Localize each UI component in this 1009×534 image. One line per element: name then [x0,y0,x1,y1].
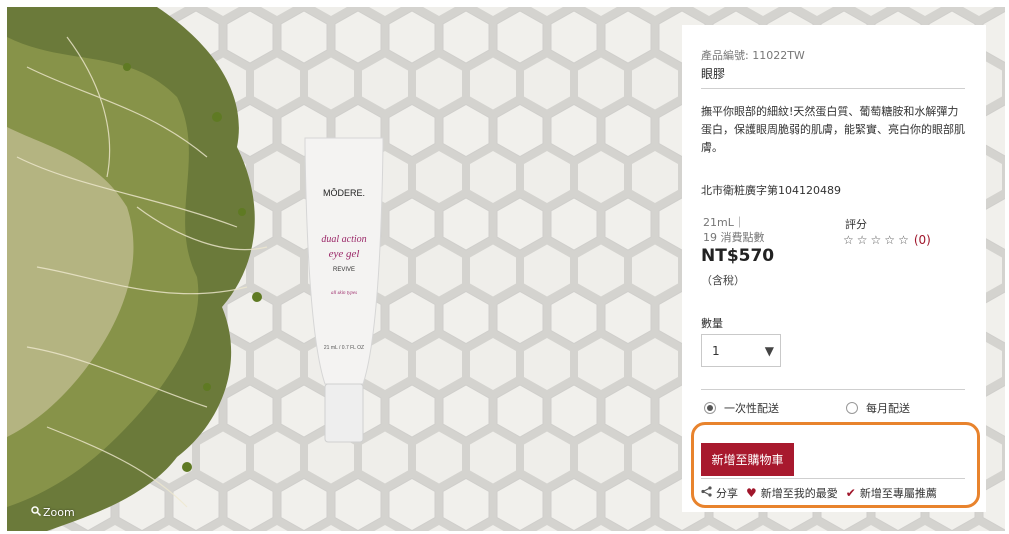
quantity-value: 1 [712,344,720,358]
radio-selected-icon[interactable] [704,402,716,414]
quantity-label: 數量 [701,317,723,330]
rating-stars[interactable]: ☆ ☆ ☆ ☆ ☆ (0) [843,233,931,247]
add-to-cart-button[interactable]: 新增至購物車 [701,443,794,476]
delivery-one-time-label: 一次性配送 [724,402,779,415]
rating-count[interactable]: (0) [914,233,931,247]
svg-text:REVIVE: REVIVE [333,267,355,273]
product-code: 產品編號: 11022TW [701,49,805,62]
add-to-favorites-button[interactable]: ♥ 新增至我的最愛 [746,485,838,501]
product-description: 撫平你眼部的細紋!天然蛋白質、葡萄糖胺和水解彈力蛋白，保護眼周脆弱的肌膚，能緊實… [701,105,965,154]
add-to-recommendations-button[interactable]: ✔ 新增至專屬推薦 [846,485,937,501]
magnifier-icon [31,506,42,519]
rating-label: 評分 [845,218,867,231]
checkmark-icon: ✔ [845,486,856,500]
svg-text:21 mL / 0.7 FL OZ: 21 mL / 0.7 FL OZ [324,345,364,351]
product-actions: 分享 ♥ 新增至我的最愛 ✔ 新增至專屬推薦 [701,485,937,501]
svg-text:eye gel: eye gel [329,248,360,260]
divider [701,478,965,479]
delivery-one-time-option[interactable]: 一次性配送 [704,400,779,416]
product-tube: MŌDERE. dual action eye gel REVIVE all s… [304,137,384,443]
star-icon: ☆ [843,233,855,247]
caret-down-icon: ▼ [764,344,774,358]
share-icon [701,486,712,500]
star-icon: ☆ [856,233,869,247]
zoom-label: Zoom [43,506,75,519]
product-points: 19 消費點數 [703,231,765,244]
svg-text:MŌDERE.: MŌDERE. [323,188,365,198]
product-price: NT$570 [701,246,775,266]
tax-note: （含稅） [701,274,745,287]
product-info-panel: 產品編號: 11022TW 眼膠 撫平你眼部的細紋!天然蛋白質、葡萄糖胺和水解彈… [682,25,986,512]
svg-text:dual action: dual action [321,234,366,245]
share-button[interactable]: 分享 [701,485,738,501]
divider [701,389,965,390]
product-volume: 21mL｜ [703,216,745,229]
volume-points: 21mL｜ 19 消費點數 [703,215,765,245]
zoom-button[interactable]: Zoom [31,506,75,519]
star-icon: ☆ [870,233,883,247]
star-icon: ☆ [898,233,910,247]
product-name: 眼膠 [701,67,726,81]
quantity-select[interactable]: 1 ▼ [701,334,781,367]
delivery-monthly-label: 每月配送 [866,402,910,415]
sprouts-decoration [7,7,268,531]
heart-icon: ♥ [746,486,757,500]
divider [701,88,965,89]
delivery-monthly-option[interactable]: 每月配送 [846,400,910,416]
star-icon: ☆ [884,233,897,247]
radio-unselected-icon[interactable] [846,402,858,414]
license-number: 北市衛粧廣字第104120489 [701,184,841,197]
svg-text:all skin types: all skin types [331,291,357,296]
